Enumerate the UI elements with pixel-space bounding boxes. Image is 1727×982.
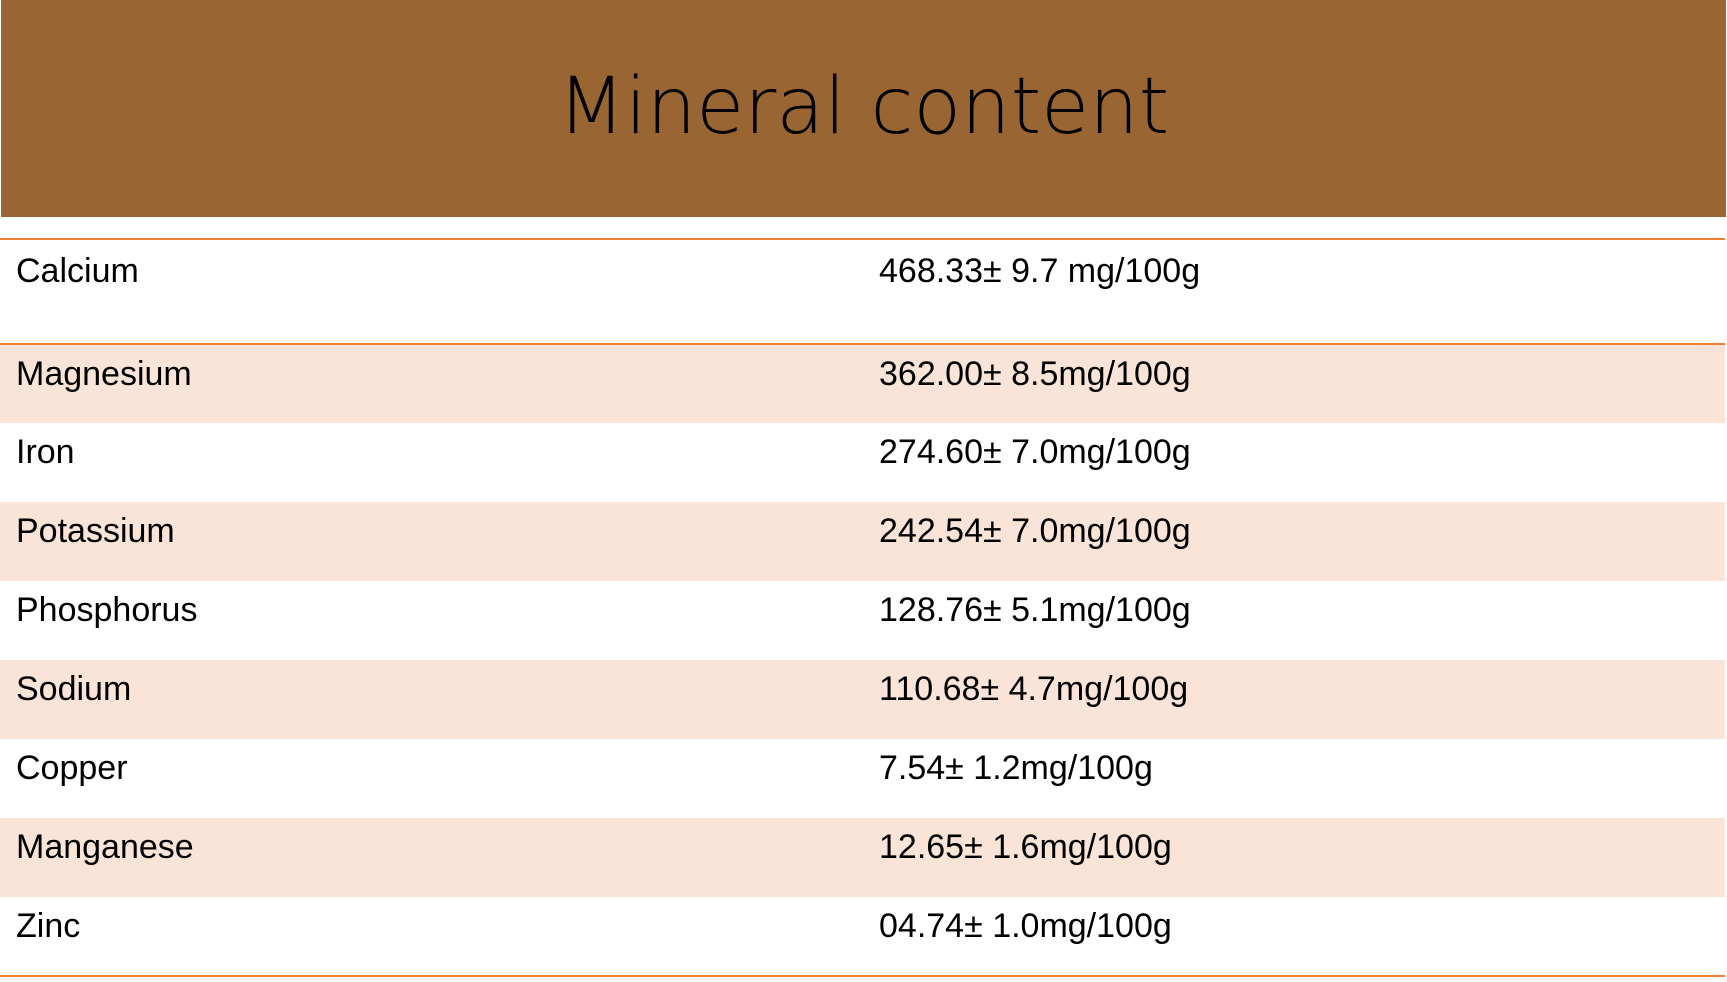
mineral-name: Sodium [16,670,132,708]
mineral-name: Phosphorus [16,591,198,629]
mineral-value: 468.33± 9.7 mg/100g [879,252,1201,290]
mineral-value-cell: 274.60± 7.0mg/100g [863,423,1725,502]
page-title: Mineral content [557,61,1170,152]
mineral-name-cell: Potassium [0,502,863,581]
mineral-name-cell: Iron [0,423,863,502]
mineral-value-cell: 110.68± 4.7mg/100g [863,660,1725,739]
mineral-name: Calcium [16,252,139,290]
mineral-value: 12.65± 1.6mg/100g [879,828,1172,866]
mineral-value: 110.68± 4.7mg/100g [879,670,1189,708]
mineral-value-cell: 128.76± 5.1mg/100g [863,581,1725,660]
mineral-name-cell: Sodium [0,660,863,739]
mineral-name-cell: Copper [0,739,863,818]
mineral-name-cell: Zinc [0,897,863,977]
mineral-name-cell: Magnesium [0,344,863,423]
table-row: Zinc 04.74± 1.0mg/100g [0,897,1725,977]
table-row: Iron 274.60± 7.0mg/100g [0,423,1725,502]
mineral-value: 04.74± 1.0mg/100g [879,907,1172,945]
table-row: Copper 7.54± 1.2mg/100g [0,739,1725,818]
mineral-table-container: Calcium 468.33± 9.7 mg/100g Magnesium 36… [0,238,1725,977]
mineral-name: Zinc [16,907,81,945]
mineral-value: 128.76± 5.1mg/100g [879,591,1191,629]
mineral-name-cell: Phosphorus [0,581,863,660]
table-row: Manganese 12.65± 1.6mg/100g [0,818,1725,897]
mineral-name: Potassium [16,512,175,550]
mineral-name: Copper [16,749,128,787]
table-row: Calcium 468.33± 9.7 mg/100g [0,238,1725,345]
table-row: Sodium 110.68± 4.7mg/100g [0,660,1725,739]
mineral-name: Magnesium [16,355,192,393]
table-row: Potassium 242.54± 7.0mg/100g [0,502,1725,581]
mineral-name-cell: Calcium [0,238,863,345]
mineral-name-cell: Manganese [0,818,863,897]
mineral-value-cell: 362.00± 8.5mg/100g [863,344,1725,423]
mineral-value: 242.54± 7.0mg/100g [879,512,1191,550]
mineral-value: 7.54± 1.2mg/100g [879,749,1153,787]
mineral-value-cell: 04.74± 1.0mg/100g [863,897,1725,977]
mineral-name: Manganese [16,828,194,866]
mineral-value-cell: 242.54± 7.0mg/100g [863,502,1725,581]
title-banner: Mineral content [1,0,1726,217]
table-row: Magnesium 362.00± 8.5mg/100g [0,344,1725,423]
table-row: Phosphorus 128.76± 5.1mg/100g [0,581,1725,660]
mineral-value: 274.60± 7.0mg/100g [879,433,1191,471]
mineral-value: 362.00± 8.5mg/100g [879,355,1191,393]
mineral-value-cell: 12.65± 1.6mg/100g [863,818,1725,897]
mineral-value-cell: 7.54± 1.2mg/100g [863,739,1725,818]
mineral-table: Calcium 468.33± 9.7 mg/100g Magnesium 36… [0,238,1725,977]
mineral-value-cell: 468.33± 9.7 mg/100g [863,238,1725,345]
mineral-name: Iron [16,433,75,471]
